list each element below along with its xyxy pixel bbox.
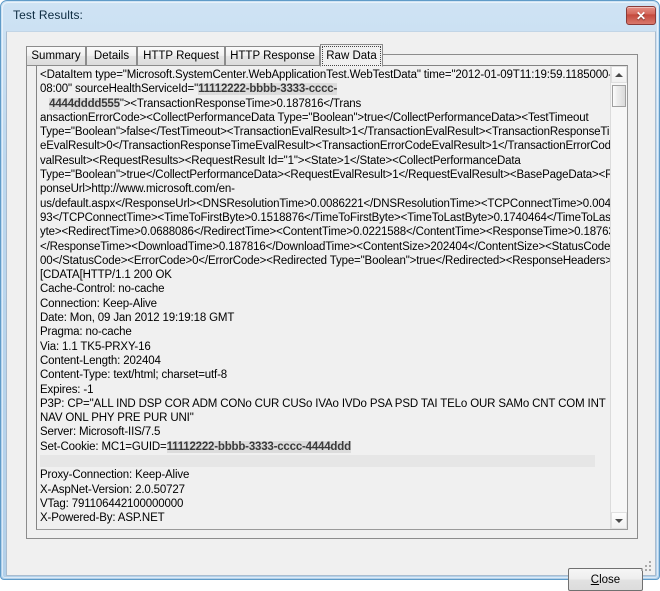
- raw-data-line: <DataItem type="Microsoft.SystemCenter.W…: [40, 68, 610, 82]
- raw-data-text-run: X-Powered-By: ASP.NET: [40, 512, 165, 525]
- raw-data-text-run: [CDATA[HTTP/1.1 200 OK: [40, 269, 172, 282]
- tab-details[interactable]: Details: [86, 46, 137, 66]
- dialog-client-area: <DataItem type="Microsoft.SystemCenter.W…: [6, 31, 656, 591]
- raw-data-line: 08:00" sourceHealthServiceId="11112222-b…: [40, 82, 610, 96]
- tab-http-request[interactable]: HTTP Request: [137, 46, 225, 66]
- raw-data-text-run: NAV ONL PHY PRE PUR UNI": [40, 412, 194, 425]
- raw-data-line: us/default.aspx</ResponseUrl><DNSResolut…: [40, 197, 610, 211]
- raw-data-text-run: ansactionErrorCode><CollectPerformanceDa…: [40, 111, 589, 124]
- redaction-bar: [40, 454, 595, 467]
- raw-data-text-run: [40, 98, 49, 110]
- raw-data-text-run: Type="Boolean">false</TestTimeout><Trans…: [40, 126, 610, 139]
- tab-strip: Summary Details HTTP Request HTTP Response R…: [26, 44, 638, 67]
- raw-data-text-run: us/default.aspx</ResponseUrl><DNSResolut…: [40, 197, 610, 210]
- tab-raw-data[interactable]: Raw Data: [320, 44, 383, 67]
- tab-label: Summary: [31, 50, 81, 62]
- window-title: Test Results:: [13, 8, 83, 22]
- raw-data-text: <DataItem type="Microsoft.SystemCenter.W…: [37, 66, 610, 529]
- redacted-guid: 4444dddd555: [49, 97, 120, 110]
- tab-label: HTTP Response: [230, 50, 315, 62]
- raw-data-line: Type="Boolean">false</TestTimeout><Trans…: [40, 125, 610, 139]
- raw-data-text-run: Content-Type: text/html; charset=utf-8: [40, 369, 228, 382]
- raw-data-text-run: Type="Boolean">true</CollectPerformanceD…: [40, 169, 610, 182]
- raw-data-line: Type="Boolean">true</CollectPerformanceD…: [40, 168, 610, 182]
- raw-data-line: Expires: -1: [40, 383, 610, 397]
- raw-data-line: 93</TCPConnectTime><TimeToFirstByte>0.15…: [40, 211, 610, 225]
- raw-data-line: Date: Mon, 09 Jan 2012 19:19:18 GMT: [40, 311, 610, 325]
- raw-data-text-run: Date: Mon, 09 Jan 2012 19:19:18 GMT: [40, 312, 235, 325]
- raw-data-line: ponseUrl>http://www.microsoft.com/en-: [40, 182, 610, 196]
- raw-data-text-run: Via: 1.1 TK5-PRXY-16: [40, 340, 151, 353]
- scrollbar-track[interactable]: [611, 83, 627, 512]
- raw-data-line: VTag: 791106442100000000: [40, 497, 610, 511]
- raw-data-line: yte><RedirectTime>0.0688086</RedirectTim…: [40, 225, 610, 239]
- raw-data-textbox[interactable]: <DataItem type="Microsoft.SystemCenter.W…: [36, 65, 628, 530]
- raw-data-text-run: Connection: Keep-Alive: [40, 297, 157, 310]
- raw-data-text-run: Pragma: no-cache: [40, 326, 132, 339]
- raw-data-text-run: Proxy-Connection: Keep-Alive: [40, 469, 190, 482]
- raw-data-text-run: Expires: -1: [40, 383, 94, 396]
- raw-data-text-run: yte><RedirectTime>0.0688086</RedirectTim…: [40, 226, 610, 239]
- raw-data-line: valResult><RequestResults><RequestResult…: [40, 154, 610, 168]
- raw-data-text-run: ponseUrl>http://www.microsoft.com/en-: [40, 183, 235, 196]
- tab-label: HTTP Request: [143, 50, 219, 62]
- raw-data-line: Server: Microsoft-IIS/7.5: [40, 425, 610, 439]
- tab-page-raw-data: <DataItem type="Microsoft.SystemCenter.W…: [26, 54, 638, 539]
- raw-data-text-run: Server: Microsoft-IIS/7.5: [40, 426, 161, 439]
- raw-data-line: Set-Cookie: MC1=GUID=11112222-bbbb-3333-…: [40, 440, 610, 454]
- raw-data-line: eEvalResult>0</TransactionResponseTimeEv…: [40, 139, 610, 153]
- raw-data-text-run: 00</StatusCode><ErrorCode>0</ErrorCode><…: [40, 254, 610, 267]
- tab-summary[interactable]: Summary: [26, 46, 86, 66]
- tab-label: Details: [93, 50, 130, 62]
- raw-data-line: 00</StatusCode><ErrorCode>0</ErrorCode><…: [40, 254, 610, 268]
- raw-data-line: [40, 454, 610, 468]
- raw-data-text-run: "><TransactionResponseTime>0.187816</Tra…: [119, 97, 362, 110]
- raw-data-line: [CDATA[HTTP/1.1 200 OK: [40, 268, 610, 282]
- arrow-up-icon: [615, 72, 623, 77]
- test-results-window: Test Results: ✕ <DataItem type="Microsof…: [0, 0, 660, 591]
- raw-data-text-run: VTag: 791106442100000000: [40, 497, 184, 510]
- raw-data-line: Proxy-Connection: Keep-Alive: [40, 468, 610, 482]
- raw-data-text-run: </ResponseTime><DownloadTime>0.187816</D…: [40, 240, 610, 253]
- window-close-button[interactable]: ✕: [626, 6, 656, 25]
- raw-data-line: NAV ONL PHY PRE PUR UNI": [40, 411, 610, 425]
- raw-data-line: X-AspNet-Version: 2.0.50727: [40, 483, 610, 497]
- raw-data-text-run: Cache-Control: no-cache: [40, 283, 165, 296]
- tab-http-response[interactable]: HTTP Response: [225, 46, 320, 66]
- raw-data-line: ansactionErrorCode><CollectPerformanceDa…: [40, 111, 610, 125]
- resize-grip[interactable]: [640, 560, 652, 572]
- raw-data-line: Content-Type: text/html; charset=utf-8: [40, 368, 610, 382]
- close-icon: ✕: [635, 8, 647, 23]
- raw-data-text-run: eEvalResult>0</TransactionResponseTimeEv…: [40, 140, 610, 153]
- raw-data-text-run: Set-Cookie: MC1=GUID=: [40, 440, 167, 453]
- raw-data-line: 4444dddd555"><TransactionResponseTime>0.…: [40, 97, 610, 111]
- scrollbar-thumb[interactable]: [612, 85, 626, 107]
- scrollbar-down-button[interactable]: [611, 512, 627, 529]
- raw-data-text-run: P3P: CP="ALL IND DSP COR ADM CONo CUR CU…: [40, 397, 606, 410]
- titlebar[interactable]: Test Results: ✕: [1, 1, 660, 31]
- raw-data-line: Connection: Keep-Alive: [40, 297, 610, 311]
- raw-data-line: Pragma: no-cache: [40, 325, 610, 339]
- redacted-guid: 11112222-bbbb-3333-cccc-4444ddd: [166, 440, 351, 453]
- raw-data-line: Content-Length: 202404: [40, 354, 610, 368]
- raw-data-line: P3P: CP="ALL IND DSP COR ADM CONo CUR CU…: [40, 397, 610, 411]
- raw-data-line: </ResponseTime><DownloadTime>0.187816</D…: [40, 240, 610, 254]
- raw-data-text-run: Content-Length: 202404: [40, 354, 161, 367]
- raw-data-text-run: <DataItem type="Microsoft.SystemCenter.W…: [40, 69, 610, 81]
- tab-label: Raw Data: [326, 49, 377, 62]
- raw-data-text-run: X-AspNet-Version: 2.0.50727: [40, 483, 185, 496]
- raw-data-text-run: 93</TCPConnectTime><TimeToFirstByte>0.15…: [40, 211, 610, 224]
- raw-data-line: Cache-Control: no-cache: [40, 282, 610, 296]
- raw-data-line: X-Powered-By: ASP.NET: [40, 511, 610, 525]
- raw-data-line: Via: 1.1 TK5-PRXY-16: [40, 340, 610, 354]
- arrow-down-icon: [615, 518, 623, 523]
- scrollbar-up-button[interactable]: [611, 66, 627, 83]
- raw-data-text-run: valResult><RequestResults><RequestResult…: [40, 154, 521, 167]
- raw-data-scrollbar[interactable]: [610, 66, 627, 529]
- redacted-guid: 11112222-bbbb-3333-cccc-: [198, 83, 338, 96]
- raw-data-text-run: 08:00" sourceHealthServiceId=": [40, 83, 199, 96]
